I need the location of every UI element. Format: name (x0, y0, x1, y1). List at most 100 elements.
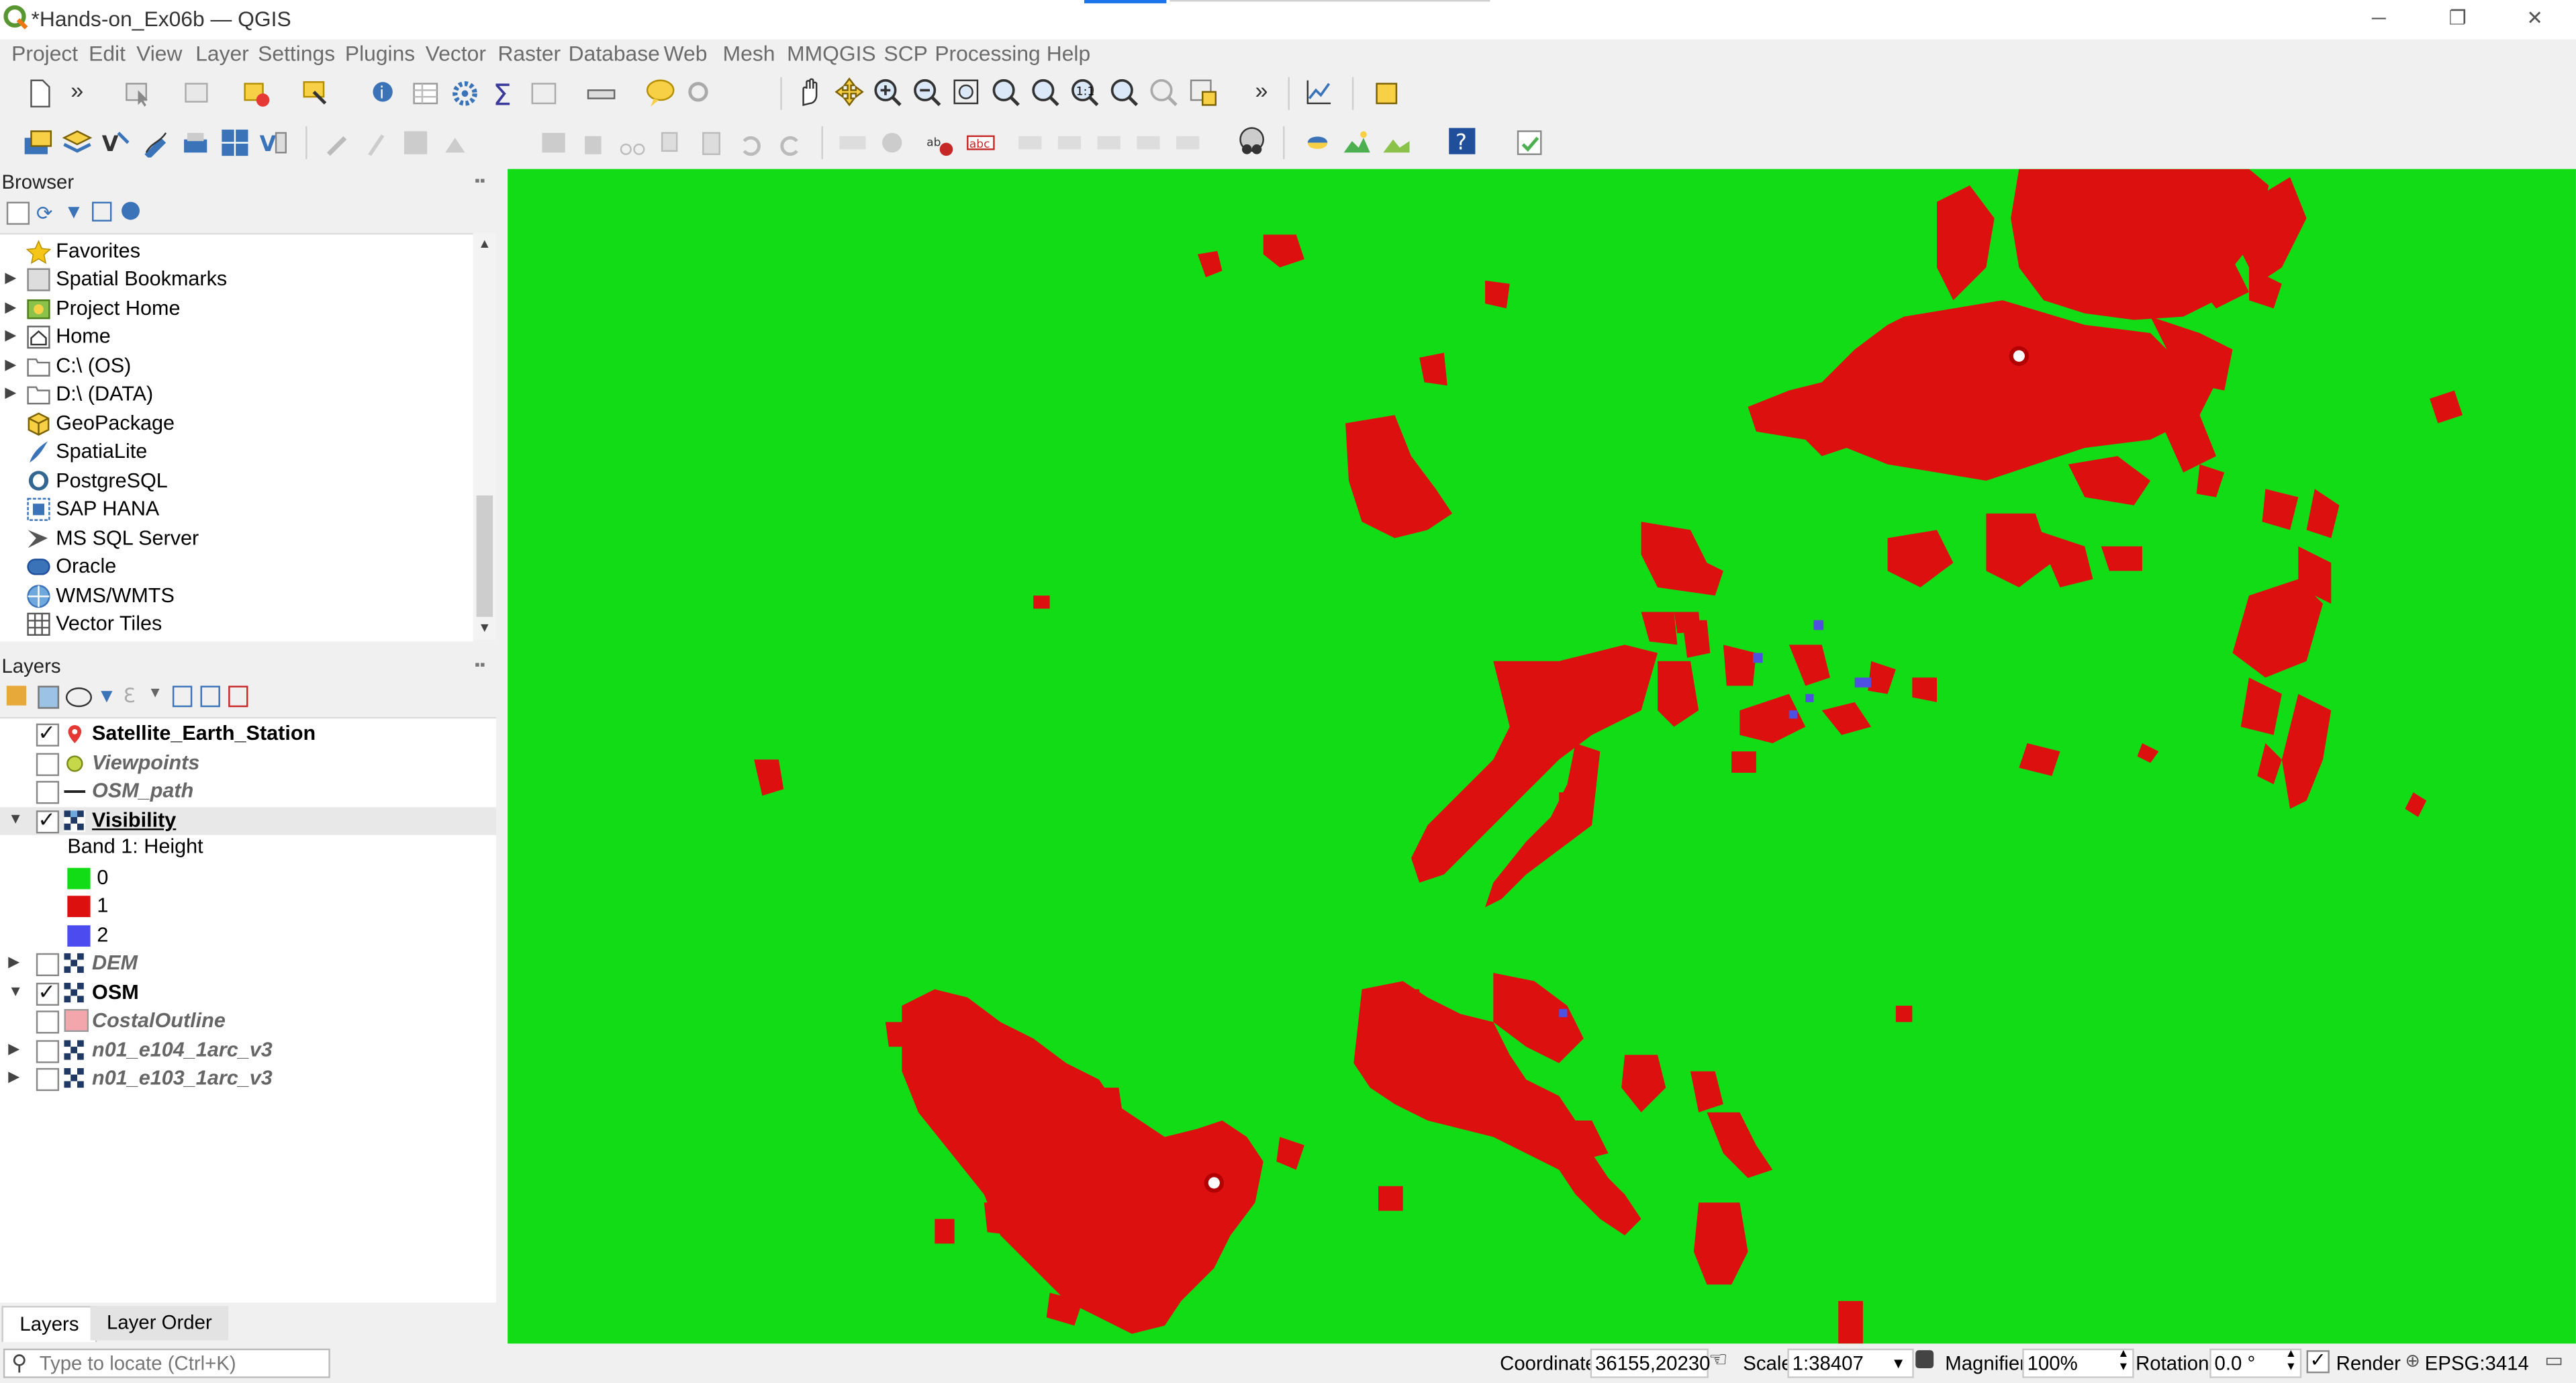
browser-item-favorites[interactable]: Favorites (0, 238, 470, 266)
collapse-arrow-icon[interactable]: ▼ (8, 810, 23, 826)
browser-item-mssql[interactable]: MS SQL Server (0, 525, 470, 553)
layer-visibility-checkbox[interactable] (36, 1040, 60, 1063)
menu-plugins[interactable]: Plugins (345, 41, 415, 66)
expand-arrow-icon[interactable]: ▶ (8, 953, 19, 971)
chevron-down-icon[interactable]: ▼ (1891, 1350, 1906, 1376)
filter-expression-icon[interactable]: ℇ (124, 684, 136, 707)
spinner-icon[interactable]: ▲ ▼ (2117, 1349, 2129, 1375)
scale-field[interactable]: 1:38407 ▼ (1787, 1348, 1914, 1378)
browser-item-sap-hana[interactable]: SAP HANA (0, 495, 470, 524)
new-map-view-icon[interactable] (1188, 77, 1217, 107)
locator-search[interactable]: ⚲ Type to locate (Ctrl+K) (3, 1348, 330, 1378)
measure-icon[interactable] (587, 79, 616, 108)
label-tool-icon[interactable] (838, 128, 867, 158)
style-icon[interactable] (6, 685, 27, 706)
map-tips-icon[interactable] (646, 79, 675, 108)
browser-scroll-thumb[interactable] (476, 495, 493, 617)
zoom-full-icon[interactable] (951, 77, 981, 107)
tab-layer-order[interactable]: Layer Order (90, 1306, 229, 1341)
toolbar-overflow[interactable]: » (70, 77, 83, 103)
minimize-button[interactable]: ─ (2363, 7, 2395, 30)
lock-icon[interactable] (1915, 1350, 1934, 1369)
browser-item-home[interactable]: ▶ Home (0, 323, 470, 351)
info-icon[interactable] (122, 201, 140, 220)
restore-button[interactable]: ❐ (2441, 7, 2474, 30)
layer-visibility-checkbox[interactable] (36, 807, 60, 834)
browser-item-geopackage[interactable]: GeoPackage (0, 410, 470, 438)
menu-help[interactable]: Help (1047, 41, 1090, 66)
move-label-icon[interactable] (1015, 128, 1045, 158)
browser-item-project-home[interactable]: ▶ Project Home (0, 295, 470, 324)
dropdown-arrow-icon[interactable]: ▼ (148, 684, 162, 700)
pan-to-selection-icon[interactable] (834, 77, 864, 107)
browser-item-spatialite[interactable]: SpatiaLite (0, 438, 470, 466)
data-source-manager-icon[interactable] (23, 128, 52, 158)
menu-vector[interactable]: Vector (426, 41, 486, 66)
zoom-in-icon[interactable] (872, 77, 902, 107)
expand-arrow-icon[interactable]: ▶ (5, 269, 16, 287)
add-virtual-layer-icon[interactable]: V (260, 128, 289, 158)
profile-tool-icon[interactable] (1304, 77, 1334, 107)
label-pin-icon[interactable]: ab (926, 128, 956, 158)
paste-icon[interactable] (697, 128, 726, 158)
zoom-out-icon[interactable] (912, 77, 941, 107)
menu-settings[interactable]: Settings (258, 41, 335, 66)
expand-arrow-icon[interactable]: ▶ (5, 384, 16, 402)
scroll-up-icon[interactable]: ▲ (478, 236, 491, 251)
filter-icon[interactable]: ▼ (64, 200, 83, 223)
expand-all-icon[interactable] (172, 685, 193, 708)
coordinate-field[interactable]: 36155,20230 (1590, 1348, 1711, 1378)
delete-icon[interactable] (578, 128, 608, 158)
pan-hand-icon[interactable] (795, 77, 824, 107)
plugin-icon[interactable] (1372, 79, 1398, 105)
layer-dem[interactable]: ▶ DEM (0, 950, 496, 978)
select-location-icon[interactable] (301, 79, 330, 108)
save-edits-icon[interactable] (401, 128, 430, 158)
close-button[interactable]: ✕ (2518, 7, 2551, 30)
layer-visibility-checkbox[interactable] (36, 753, 60, 776)
python-console-icon[interactable] (1302, 128, 1332, 158)
zoom-last-icon[interactable] (1109, 77, 1139, 107)
render-checkbox[interactable]: ✓ (2306, 1350, 2330, 1374)
undo-icon[interactable] (736, 128, 765, 158)
refresh-map-icon[interactable] (1515, 128, 1542, 155)
add-selected-icon[interactable] (6, 201, 30, 225)
add-layer-icon[interactable] (62, 128, 93, 158)
zoom-next-icon[interactable] (1148, 77, 1178, 107)
remove-layer-icon[interactable] (228, 685, 248, 708)
layer-visibility-checkbox[interactable] (36, 781, 60, 804)
layer-n01-e103[interactable]: ▶ n01_e103_1arc_v3 (0, 1065, 496, 1093)
scroll-down-icon[interactable]: ▼ (478, 620, 491, 635)
elevation-icon[interactable] (1382, 128, 1411, 158)
expand-arrow-icon[interactable]: ▶ (5, 299, 16, 317)
browser-item-spatial-bookmarks[interactable]: ▶ Spatial Bookmarks (0, 266, 470, 294)
field-calculator-icon[interactable] (529, 79, 559, 108)
panel-float-close-icon[interactable]: ▪▪ (475, 173, 485, 189)
layer-osm-path[interactable]: OSM_path (0, 777, 496, 806)
select-features-icon[interactable] (124, 79, 153, 108)
show-hide-labels-icon[interactable] (1133, 128, 1163, 158)
spinner-icon[interactable]: ▲ ▼ (2285, 1349, 2297, 1375)
settings-gear-icon[interactable] (450, 79, 479, 108)
menu-mmqgis[interactable]: MMQGIS (787, 41, 876, 66)
modify-attributes-icon[interactable] (539, 128, 569, 158)
eye-icon[interactable] (65, 687, 93, 708)
edit-pencil-icon[interactable] (361, 128, 391, 158)
browser-item-oracle[interactable]: Oracle (0, 553, 470, 581)
add-raster-icon[interactable] (220, 128, 250, 158)
digitize-icon[interactable] (141, 128, 171, 158)
menu-web[interactable]: Web (664, 41, 708, 66)
map-canvas[interactable] (508, 169, 2576, 1344)
collapse-all-icon[interactable] (92, 201, 112, 222)
browser-item-d-drive[interactable]: ▶ D:\ (DATA) (0, 381, 470, 409)
add-wms-icon[interactable] (181, 128, 210, 158)
menu-edit[interactable]: Edit (89, 41, 126, 66)
expand-arrow-icon[interactable]: ▶ (8, 1068, 19, 1086)
menu-database[interactable]: Database (569, 41, 660, 66)
collapse-all-icon[interactable] (200, 685, 220, 708)
scp-plugin-icon[interactable] (1237, 126, 1267, 156)
menu-layer[interactable]: Layer (195, 41, 249, 66)
redo-icon[interactable] (775, 128, 805, 158)
add-feature-icon[interactable] (440, 128, 470, 158)
browser-item-vector-tiles[interactable]: Vector Tiles (0, 610, 470, 638)
